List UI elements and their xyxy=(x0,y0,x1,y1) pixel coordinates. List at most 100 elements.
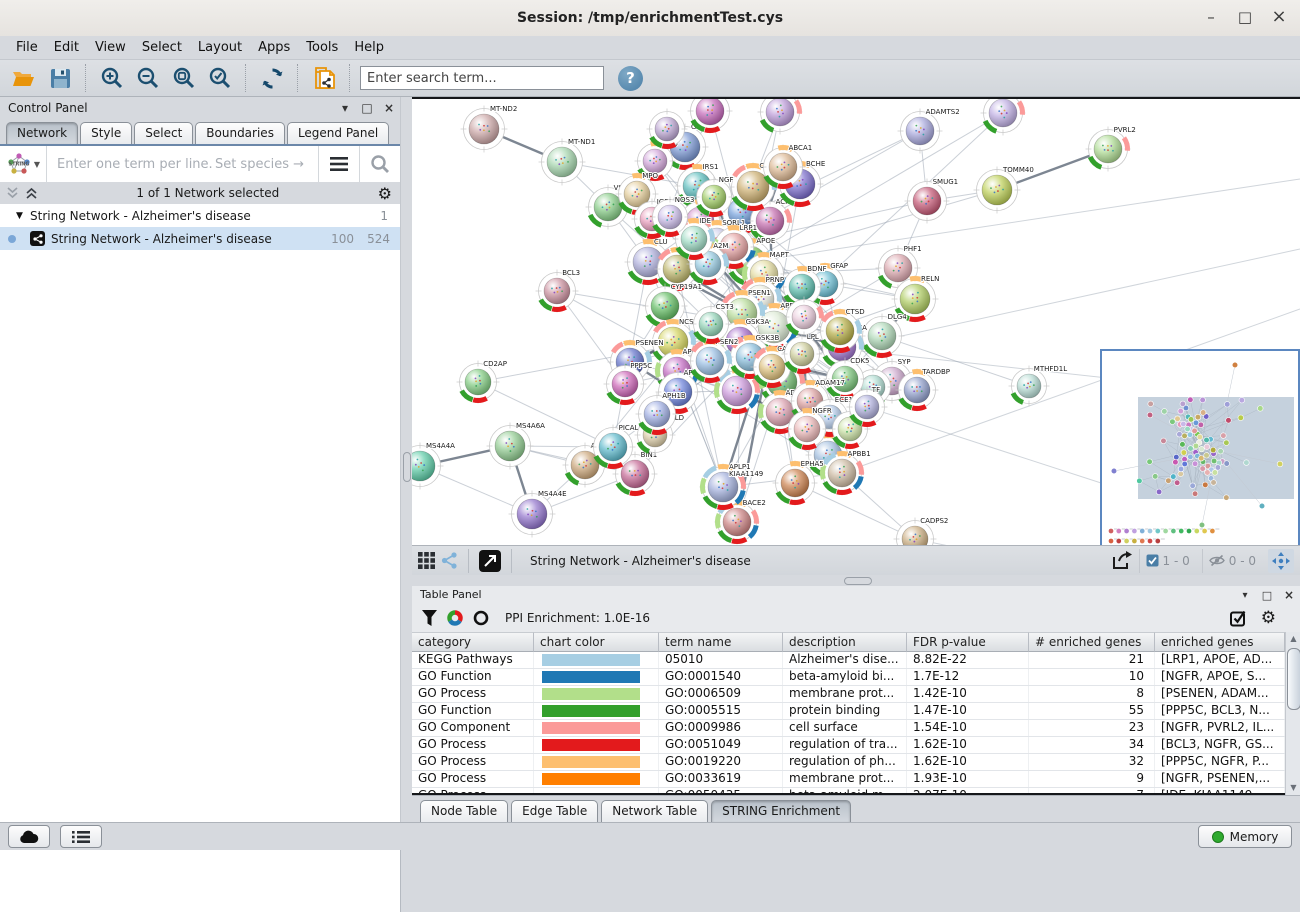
column-header-chart-color[interactable]: chart color xyxy=(534,632,659,652)
network-node-PPP5C[interactable]: PPP5C xyxy=(604,362,653,406)
gear-icon[interactable]: ⚙ xyxy=(1261,608,1276,628)
zoom-selected-button[interactable] xyxy=(204,63,236,93)
network-from-clipboard-button[interactable] xyxy=(308,63,340,93)
minimize-button[interactable]: – xyxy=(1194,0,1228,36)
search-input[interactable] xyxy=(360,66,604,90)
table-row[interactable]: KEGG Pathways05010Alzheimer's dise...8.8… xyxy=(412,652,1285,669)
menu-select[interactable]: Select xyxy=(134,38,190,57)
table-row[interactable]: GO ProcessGO:0050435beta-amyloid m...2.0… xyxy=(412,788,1285,795)
network-node-MT-ND1[interactable]: MT-ND1 xyxy=(539,138,596,186)
horizontal-splitter[interactable] xyxy=(412,575,1300,586)
ring-chart-icon[interactable] xyxy=(473,610,489,626)
menu-view[interactable]: View xyxy=(87,38,134,57)
network-node-APH1B[interactable]: APH1B xyxy=(636,392,686,436)
tab-select[interactable]: Select xyxy=(134,122,193,144)
panel-close-icon[interactable]: × xyxy=(1282,588,1296,602)
memory-button[interactable]: Memory xyxy=(1198,825,1292,848)
panel-float-icon[interactable]: □ xyxy=(360,101,374,115)
table-row[interactable]: GO ProcessGO:0033619membrane prot...1.93… xyxy=(412,771,1285,788)
menu-apps[interactable]: Apps xyxy=(250,38,298,57)
scroll-up-icon[interactable]: ▲ xyxy=(1286,632,1300,646)
table-scrollbar[interactable]: ▲ ▼ xyxy=(1285,632,1300,795)
network-node-EPHA5[interactable]: EPHA5 xyxy=(773,460,824,506)
collapse-all-icon[interactable] xyxy=(6,187,19,199)
scroll-down-icon[interactable]: ▼ xyxy=(1286,781,1300,795)
tab-network-table[interactable]: Network Table xyxy=(601,800,708,822)
network-node-CD33[interactable]: CD33 xyxy=(981,99,1028,136)
open-file-button[interactable] xyxy=(8,63,40,93)
network-node-MT-ND2[interactable]: MT-ND2 xyxy=(461,105,518,153)
tab-string-enrichment[interactable]: STRING Enrichment xyxy=(711,800,851,822)
table-row[interactable]: GO FunctionGO:0001540beta-amyloid bi...1… xyxy=(412,669,1285,686)
network-node-TOMM40[interactable]: TOMM40 xyxy=(974,166,1034,214)
save-session-button[interactable] xyxy=(44,63,76,93)
tab-network[interactable]: Network xyxy=(6,122,78,144)
splitter-handle[interactable] xyxy=(403,452,411,482)
expand-all-icon[interactable] xyxy=(25,187,38,199)
filter-icon[interactable] xyxy=(422,610,437,626)
table-row[interactable]: GO FunctionGO:0005515protein binding1.47… xyxy=(412,703,1285,720)
zoom-fit-button[interactable] xyxy=(168,63,200,93)
string-query-placeholder[interactable]: Enter one term per line. xyxy=(47,157,215,172)
gear-icon[interactable]: ⚙ xyxy=(378,184,392,203)
network-node-MTHFD1L[interactable]: MTHFD1L xyxy=(1009,365,1068,407)
network-node-CADPS2[interactable]: CADPS2 xyxy=(894,517,949,545)
network-collection-row[interactable]: ▼ String Network - Alzheimer's disease 1 xyxy=(0,204,400,227)
string-search-button[interactable] xyxy=(360,146,400,182)
export-network-icon[interactable] xyxy=(1111,551,1133,571)
column-header-enriched-genes[interactable]: enriched genes xyxy=(1155,632,1285,652)
menu-help[interactable]: Help xyxy=(346,38,392,57)
tab-style[interactable]: Style xyxy=(80,122,132,144)
cloud-services-button[interactable] xyxy=(8,825,50,848)
birds-eye-view[interactable] xyxy=(1100,349,1300,545)
table-row[interactable]: GO ProcessGO:0019220regulation of ph...1… xyxy=(412,754,1285,771)
tab-node-table[interactable]: Node Table xyxy=(420,800,508,822)
table-row[interactable]: GO ProcessGO:0051049regulation of tra...… xyxy=(412,737,1285,754)
menu-layout[interactable]: Layout xyxy=(190,38,250,57)
network-node-TREM2[interactable]: TREM2 xyxy=(758,99,810,135)
navigator-toggle-button[interactable] xyxy=(1268,549,1294,573)
column-header-category[interactable]: category xyxy=(412,632,534,652)
maximize-button[interactable]: □ xyxy=(1228,0,1262,36)
string-options-button[interactable] xyxy=(319,146,359,182)
detach-view-button[interactable] xyxy=(479,550,501,572)
tab-legend-panel[interactable]: Legend Panel xyxy=(287,122,389,144)
column-header-term-name[interactable]: term name xyxy=(659,632,783,652)
table-row[interactable]: GO ComponentGO:0009986cell surface1.54E-… xyxy=(412,720,1285,737)
network-node-PVRL2[interactable]: PVRL2 xyxy=(1086,126,1136,172)
column-header--enriched-genes[interactable]: # enriched genes xyxy=(1029,632,1155,652)
network-node-BCL3[interactable]: BCL3 xyxy=(536,269,581,313)
scrollbar-thumb[interactable] xyxy=(1287,648,1300,710)
tree-expand-icon[interactable]: ▼ xyxy=(16,211,30,221)
panel-close-icon[interactable]: × xyxy=(382,101,396,115)
grid-view-icon[interactable] xyxy=(418,552,435,569)
close-button[interactable]: × xyxy=(1262,0,1296,36)
table-row[interactable]: GO ProcessGO:0006509membrane prot...1.42… xyxy=(412,686,1285,703)
network-node-SMUG1[interactable]: SMUG1 xyxy=(905,178,959,224)
tab-edge-table[interactable]: Edge Table xyxy=(511,800,598,822)
panel-float-icon[interactable]: □ xyxy=(1260,589,1274,602)
network-node-CD2AP[interactable]: CD2AP xyxy=(457,360,507,404)
column-header-FDR-p-value[interactable]: FDR p-value xyxy=(907,632,1029,652)
select-rows-icon[interactable] xyxy=(1230,610,1247,627)
species-hint[interactable]: Set species → xyxy=(215,157,318,172)
task-history-button[interactable] xyxy=(60,825,102,848)
donut-chart-icon[interactable] xyxy=(447,610,463,626)
help-icon[interactable]: ? xyxy=(618,66,643,91)
string-protein-query-selector[interactable]: STRING ▼ xyxy=(0,146,47,182)
tab-boundaries[interactable]: Boundaries xyxy=(195,122,285,144)
panel-menu-icon[interactable]: ▾ xyxy=(338,101,352,115)
network-node-APBB1[interactable]: APBB1 xyxy=(820,450,871,496)
network-row[interactable]: String Network - Alzheimer's disease 100… xyxy=(0,227,400,250)
menu-file[interactable]: File xyxy=(8,38,46,57)
zoom-in-button[interactable] xyxy=(96,63,128,93)
network-node-MS4A6A[interactable]: MS4A6A xyxy=(487,422,546,470)
network-node-MS4A4A[interactable]: MS4A4A xyxy=(412,442,455,490)
network-canvas[interactable]: MT-ND2MT-ND1VSNL1GAB2CR1TREM2CD33ADAMTS2… xyxy=(412,97,1300,545)
column-header-description[interactable]: description xyxy=(783,632,907,652)
panel-menu-icon[interactable]: ▾ xyxy=(1238,590,1252,601)
network-node-DLG4[interactable]: DLG4 xyxy=(860,313,908,359)
menu-tools[interactable]: Tools xyxy=(298,38,346,57)
menu-edit[interactable]: Edit xyxy=(46,38,87,57)
splitter-handle[interactable] xyxy=(844,577,872,585)
